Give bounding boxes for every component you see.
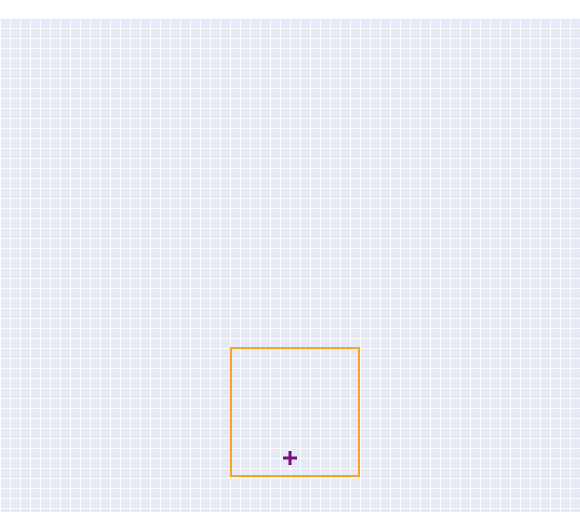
crosshair-icon xyxy=(283,451,297,465)
top-blank-strip xyxy=(0,0,580,18)
grid-canvas[interactable] xyxy=(0,18,580,512)
